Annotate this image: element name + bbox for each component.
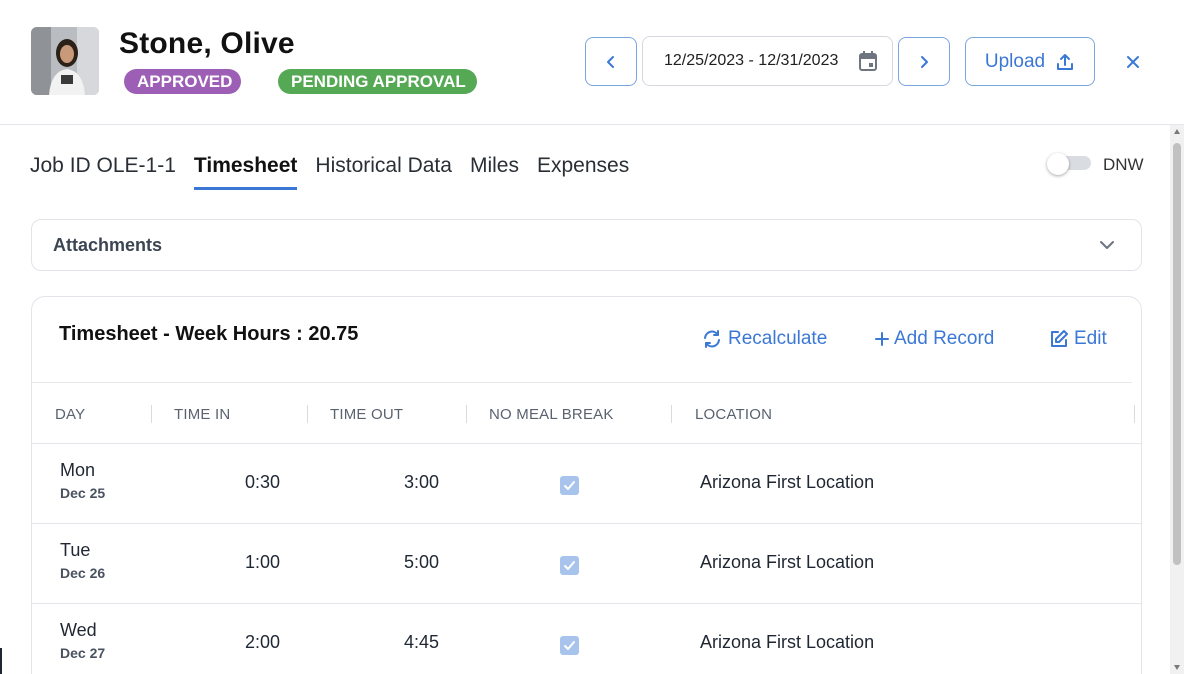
date-range-text: 12/25/2023 - 12/31/2023 bbox=[664, 52, 839, 69]
scroll-thumb[interactable] bbox=[1173, 143, 1181, 565]
upload-button[interactable]: Upload bbox=[965, 37, 1095, 86]
refresh-icon bbox=[704, 330, 720, 348]
row-time-out: 5:00 bbox=[403, 552, 439, 572]
column-divider bbox=[307, 405, 308, 423]
row-time-out: 4:45 bbox=[403, 632, 439, 652]
recalculate-button[interactable]: Recalculate bbox=[701, 328, 827, 350]
chevron-down-icon[interactable] bbox=[1099, 237, 1115, 253]
tab-historical-data[interactable]: Historical Data bbox=[315, 152, 452, 190]
window-edge-marker bbox=[0, 648, 2, 674]
edit-button[interactable]: Edit bbox=[1049, 328, 1107, 350]
row-time-out: 3:00 bbox=[403, 472, 439, 492]
column-divider bbox=[151, 405, 152, 423]
no-meal-break-checkbox[interactable] bbox=[560, 636, 579, 655]
check-icon bbox=[564, 641, 575, 650]
upload-label: Upload bbox=[984, 50, 1046, 72]
no-meal-break-checkbox[interactable] bbox=[560, 556, 579, 575]
column-divider bbox=[466, 405, 467, 423]
employee-name: Stone, Olive bbox=[119, 27, 295, 60]
row-location: Arizona First Location bbox=[700, 632, 875, 652]
table-row[interactable]: Wed Dec 27 2:00 4:45 Arizona First Locat… bbox=[32, 604, 1141, 674]
attachments-panel[interactable]: Attachments bbox=[31, 219, 1142, 271]
table-header: DAY TIME IN TIME OUT NO MEAL BREAK LOCAT… bbox=[32, 397, 1141, 444]
chevron-left-icon bbox=[607, 55, 614, 68]
next-week-button[interactable] bbox=[898, 37, 950, 86]
avatar bbox=[31, 27, 99, 95]
table-row[interactable]: Mon Dec 25 0:30 3:00 Arizona First Locat… bbox=[32, 444, 1141, 524]
column-header-location: LOCATION bbox=[695, 406, 773, 423]
timesheet-card: Timesheet - Week Hours : 20.75 Recalcula… bbox=[31, 296, 1142, 674]
plus-icon bbox=[875, 332, 889, 346]
column-header-time-out: TIME OUT bbox=[330, 406, 404, 423]
column-divider bbox=[1134, 405, 1135, 423]
dnw-toggle-label: DNW bbox=[1103, 155, 1144, 174]
row-date: Dec 26 bbox=[60, 565, 106, 581]
upload-icon bbox=[1057, 53, 1074, 70]
card-divider bbox=[32, 382, 1132, 383]
vertical-scrollbar[interactable] bbox=[1170, 125, 1184, 674]
edit-icon bbox=[1051, 330, 1068, 347]
previous-week-button[interactable] bbox=[585, 37, 637, 86]
column-header-no-meal-break: NO MEAL BREAK bbox=[489, 406, 614, 423]
chevron-right-icon bbox=[921, 55, 928, 68]
scroll-up-arrow[interactable] bbox=[1174, 129, 1180, 134]
no-meal-break-checkbox[interactable] bbox=[560, 476, 579, 495]
attachments-title: Attachments bbox=[53, 235, 163, 255]
close-icon bbox=[1127, 56, 1139, 68]
date-range-field[interactable]: 12/25/2023 - 12/31/2023 bbox=[642, 36, 893, 86]
row-day: Mon bbox=[60, 460, 96, 480]
tab-job-id[interactable]: Job ID OLE-1-1 bbox=[30, 152, 176, 190]
close-button[interactable] bbox=[1122, 51, 1144, 73]
row-date: Dec 27 bbox=[60, 645, 106, 661]
row-time-in: 0:30 bbox=[244, 472, 280, 492]
row-day: Tue bbox=[60, 540, 91, 560]
row-location: Arizona First Location bbox=[700, 552, 875, 572]
column-header-time-in: TIME IN bbox=[174, 406, 231, 423]
tab-timesheet[interactable]: Timesheet bbox=[193, 152, 298, 190]
add-record-label: Add Record bbox=[894, 328, 995, 349]
check-icon bbox=[564, 561, 575, 570]
tab-miles[interactable]: Miles bbox=[470, 152, 519, 190]
row-day: Wed bbox=[60, 620, 97, 640]
timesheet-title: Timesheet - Week Hours : 20.75 bbox=[59, 323, 359, 345]
row-time-in: 1:00 bbox=[244, 552, 280, 572]
column-header-day: DAY bbox=[55, 406, 86, 423]
row-time-in: 2:00 bbox=[244, 632, 280, 652]
tab-bar: Job ID OLE-1-1 Timesheet Historical Data… bbox=[30, 152, 647, 192]
dnw-toggle[interactable] bbox=[1047, 153, 1091, 175]
row-date: Dec 25 bbox=[60, 485, 106, 501]
scroll-down-arrow[interactable] bbox=[1174, 665, 1180, 670]
page-header: Stone, Olive APPROVED PENDING APPROVAL 1… bbox=[0, 0, 1184, 125]
check-icon bbox=[564, 481, 575, 490]
edit-label: Edit bbox=[1074, 328, 1107, 349]
table-row[interactable]: Tue Dec 26 1:00 5:00 Arizona First Locat… bbox=[32, 524, 1141, 604]
recalculate-label: Recalculate bbox=[728, 328, 828, 349]
status-badge-pending: PENDING APPROVAL bbox=[278, 69, 477, 94]
row-location: Arizona First Location bbox=[700, 472, 875, 492]
toggle-knob bbox=[1047, 153, 1069, 175]
tab-expenses[interactable]: Expenses bbox=[537, 152, 629, 190]
add-record-button[interactable]: Add Record bbox=[875, 328, 994, 350]
column-divider bbox=[671, 405, 672, 423]
status-badge-approved: APPROVED bbox=[124, 69, 241, 94]
calendar-icon[interactable] bbox=[858, 50, 878, 72]
